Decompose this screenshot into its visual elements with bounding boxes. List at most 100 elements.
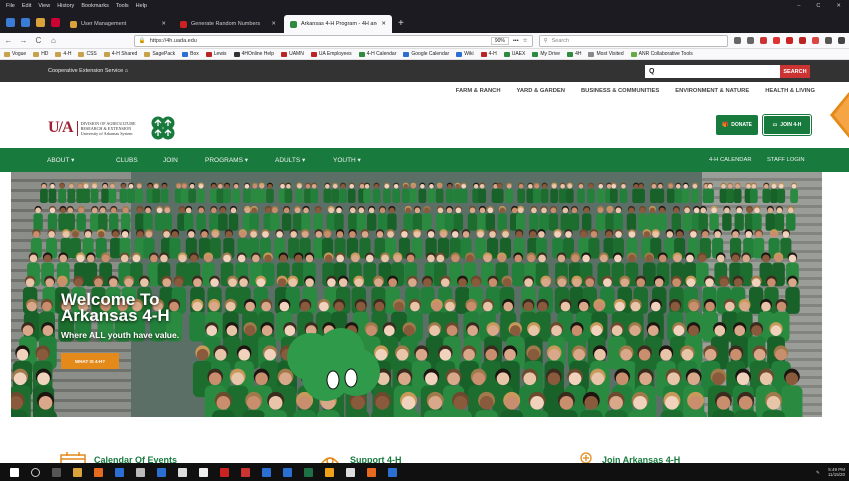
close-tab-icon[interactable]: ✕ — [381, 21, 386, 27]
nav-business-communities[interactable]: BUSINESS & COMMUNITIES — [581, 88, 659, 98]
acrobat-icon[interactable] — [220, 467, 229, 477]
back-button[interactable]: ← — [4, 36, 13, 45]
windows-start-icon[interactable] — [10, 467, 19, 477]
tab-user-management[interactable]: User Management ✕ — [64, 15, 172, 33]
extension-icon[interactable] — [812, 37, 819, 44]
extension-service-link[interactable]: Cooperative Extension Service ⌂ — [48, 68, 128, 74]
pinned-app-icon[interactable] — [21, 18, 30, 27]
app-icon[interactable] — [136, 467, 145, 477]
nav-yard-garden[interactable]: YARD & GARDEN — [517, 88, 565, 98]
bookmark-item[interactable]: 4-H Calendar — [358, 51, 396, 57]
firefox-icon[interactable] — [367, 467, 376, 477]
extension-icon[interactable] — [786, 37, 793, 44]
home-button[interactable]: ⌂ — [49, 36, 58, 45]
bookmark-item[interactable]: My Drive — [532, 51, 560, 57]
reload-button[interactable]: C — [34, 36, 43, 45]
nav-clubs[interactable]: CLUBS — [116, 157, 138, 164]
nav-programs[interactable]: PROGRAMS ▾ — [205, 156, 248, 164]
bookmark-item[interactable]: SagePack — [144, 51, 175, 57]
clock[interactable]: 5:49 PM 11/15/20 — [828, 467, 845, 477]
browser-search-input[interactable]: ⚲ Search — [538, 34, 728, 47]
excel-icon[interactable] — [304, 467, 313, 477]
forward-button[interactable]: → — [19, 36, 28, 45]
minimize-button[interactable]: – — [797, 3, 800, 9]
sidebar-icon[interactable] — [747, 37, 754, 44]
settings-icon[interactable] — [825, 37, 832, 44]
site-logo[interactable]: U/A DIVISION OF AGRICULTURE RESEARCH & E… — [48, 110, 198, 146]
bookmark-item[interactable]: HD — [33, 51, 48, 57]
menu-tools[interactable]: Tools — [116, 3, 129, 9]
bookmark-item[interactable]: Box — [182, 51, 199, 57]
menu-history[interactable]: History — [57, 3, 74, 9]
menu-bookmarks[interactable]: Bookmarks — [81, 3, 109, 9]
bookmark-item[interactable]: 4-H — [55, 51, 71, 57]
bookmark-item[interactable]: UAEX — [503, 51, 525, 57]
menu-file[interactable]: File — [6, 3, 15, 9]
nav-youth[interactable]: YOUTH ▾ — [333, 156, 361, 164]
close-tab-icon[interactable]: ✕ — [271, 21, 276, 27]
bookmark-item[interactable]: Vogue — [4, 51, 26, 57]
nav-staff-login[interactable]: STAFF LOGIN — [767, 157, 805, 163]
bookmark-item[interactable]: 4-H Shared — [103, 51, 137, 57]
mail-icon[interactable] — [115, 467, 124, 477]
extension-icon[interactable] — [760, 37, 767, 44]
bookmark-item[interactable]: Google Calendar — [403, 51, 449, 57]
app-icon[interactable] — [241, 467, 250, 477]
nav-health-living[interactable]: HEALTH & LIVING — [765, 88, 815, 98]
pen-icon[interactable]: ✎ — [816, 470, 820, 475]
app-icon[interactable] — [388, 467, 397, 477]
nav-adults[interactable]: ADULTS ▾ — [275, 156, 305, 164]
app-icon[interactable] — [346, 467, 355, 477]
firefox-icon[interactable] — [94, 467, 103, 477]
what-is-4h-button[interactable]: WHAT IS 4-H? — [61, 353, 119, 369]
bookmark-item[interactable]: UAMN — [281, 51, 304, 57]
bookmark-item[interactable]: Wiki — [456, 51, 474, 57]
address-bar[interactable]: 🔒 https://4h.uada.edu 90% ••• ☆ — [133, 34, 533, 47]
tab-arkansas-4h[interactable]: Arkansas 4-H Program - 4H and ✕ — [284, 15, 392, 33]
chrome-icon[interactable] — [325, 467, 334, 477]
nav-farm-ranch[interactable]: FARM & RANCH — [456, 88, 501, 98]
bookmark-star-icon[interactable]: ☆ — [523, 38, 528, 44]
pinned-app-icon[interactable] — [36, 18, 45, 27]
donate-button[interactable]: 🎁 DONATE — [716, 115, 758, 135]
close-tab-icon[interactable]: ✕ — [161, 21, 166, 27]
bookmark-item[interactable]: 4H — [567, 51, 581, 57]
close-window-button[interactable]: ✕ — [836, 3, 841, 9]
menu-edit[interactable]: Edit — [22, 3, 31, 9]
pinned-app-icon[interactable] — [51, 18, 60, 27]
menu-icon[interactable] — [838, 37, 845, 44]
calculator-icon[interactable] — [178, 467, 187, 477]
bookmark-item[interactable]: 4-H — [480, 51, 497, 57]
nav-about[interactable]: ABOUT ▾ — [47, 156, 74, 164]
pinned-app-icon[interactable] — [6, 18, 15, 27]
bookmark-item[interactable]: CSS — [78, 51, 97, 57]
nav-environment-nature[interactable]: ENVIRONMENT & NATURE — [675, 88, 749, 98]
nav-4h-calendar[interactable]: 4-H CALENDAR — [709, 157, 752, 163]
extension-icon[interactable] — [773, 37, 780, 44]
bookmark-item[interactable]: 4HOnline Help — [233, 51, 274, 57]
restore-button[interactable]: C — [816, 3, 820, 9]
bookmark-item[interactable]: UA Employees — [310, 51, 352, 57]
zoom-indicator[interactable]: 90% — [490, 36, 509, 45]
site-search-input[interactable]: Q SEARCH — [645, 65, 810, 78]
menu-help[interactable]: Help — [136, 3, 147, 9]
menu-view[interactable]: View — [38, 3, 50, 9]
bookmark-item[interactable]: ANR Collaborative Tools — [630, 51, 693, 57]
word-icon[interactable] — [262, 467, 271, 477]
join-4h-button[interactable]: ▭ JOIN 4-H — [762, 114, 812, 136]
task-view-icon[interactable] — [52, 467, 61, 477]
app-icon[interactable] — [157, 467, 166, 477]
bookmark-item[interactable]: Most Visited — [588, 51, 624, 57]
app-icon[interactable] — [199, 467, 208, 477]
tab-random-numbers[interactable]: Generate Random Numbers ✕ — [174, 15, 282, 33]
library-icon[interactable] — [734, 37, 741, 44]
app-icon[interactable] — [283, 467, 292, 477]
page-actions-icon[interactable]: ••• — [513, 38, 519, 44]
new-tab-button[interactable]: + — [398, 18, 404, 29]
site-search-button[interactable]: SEARCH — [780, 65, 810, 78]
search-icon[interactable] — [31, 467, 40, 477]
nav-join[interactable]: JOIN — [163, 157, 178, 164]
file-explorer-icon[interactable] — [73, 467, 82, 477]
extension-icon[interactable] — [799, 37, 806, 44]
bookmark-item[interactable]: Lewis — [205, 51, 227, 57]
